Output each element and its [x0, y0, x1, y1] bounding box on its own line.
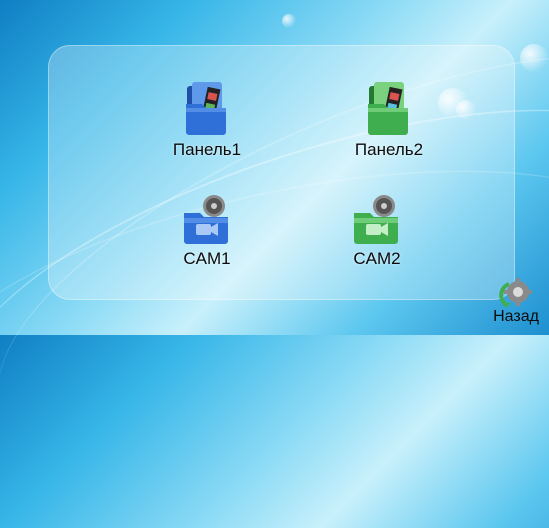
menu-item-cam2[interactable]: CAM2 — [322, 193, 432, 269]
film-folder-blue-icon — [186, 82, 226, 135]
back-label: Назад — [493, 308, 539, 325]
gear-back-icon — [499, 278, 532, 308]
menu-item-cam1[interactable]: CAM1 — [152, 193, 262, 269]
menu-item-panel1[interactable]: Панель1 — [152, 80, 262, 160]
camera-folder-blue-icon — [184, 195, 228, 244]
background-bubble — [520, 44, 548, 72]
menu-panel — [48, 45, 515, 300]
camera-folder-green-icon — [354, 195, 398, 244]
menu-item-label: Панель2 — [354, 140, 424, 159]
back-button[interactable]: Назад — [486, 276, 546, 334]
film-folder-green-icon — [368, 82, 408, 135]
background-bubble — [282, 14, 296, 28]
menu-item-label: Панель1 — [172, 140, 242, 159]
menu-item-label: CAM1 — [183, 249, 231, 268]
menu-item-label: CAM2 — [353, 249, 401, 268]
menu-item-panel2[interactable]: Панель2 — [334, 80, 444, 160]
